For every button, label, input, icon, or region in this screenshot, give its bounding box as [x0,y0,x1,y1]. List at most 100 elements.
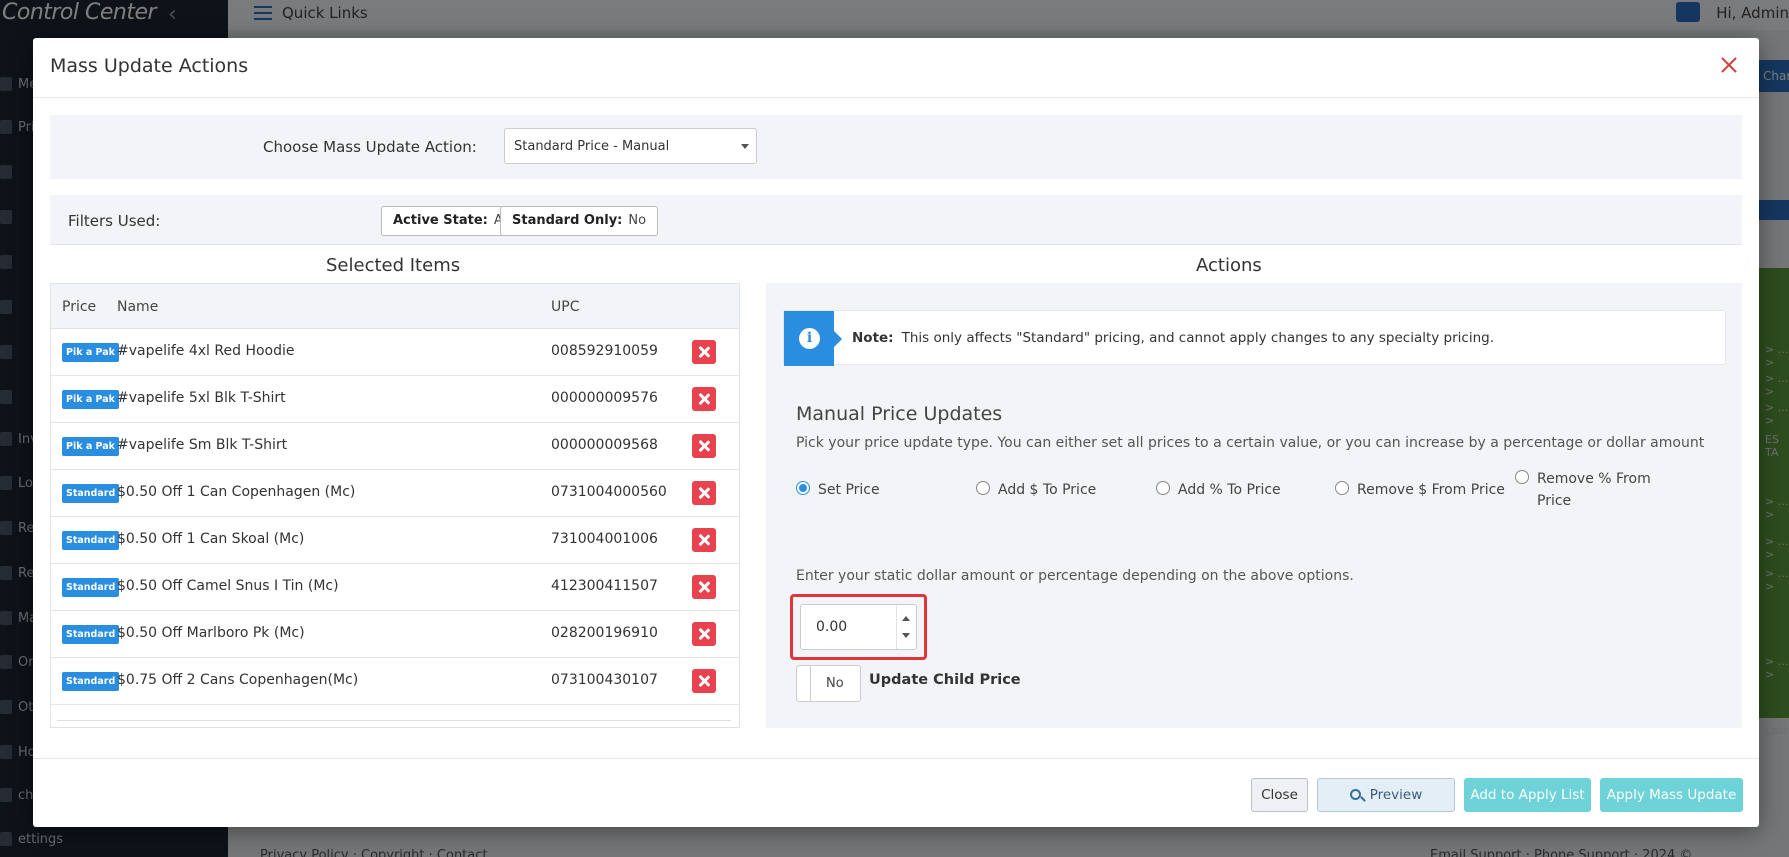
filters-label: Filters Used: [68,212,161,230]
column-name[interactable]: Name [117,299,158,315]
filter-chip-standard-only[interactable]: Standard Only: No [500,206,659,236]
remove-item-button[interactable] [692,481,716,505]
remove-item-button[interactable] [692,387,716,411]
radio-button[interactable] [1515,470,1529,484]
radio-button[interactable] [1156,481,1170,495]
remove-item-button[interactable] [692,669,716,693]
radio-add-percent[interactable]: Add % To Price [1156,479,1281,501]
item-upc: 073100430107 [551,672,658,688]
price-type-badge: Standard [62,578,120,597]
close-icon[interactable] [1715,51,1743,79]
radio-remove-percent[interactable]: Remove % From Price [1515,468,1665,512]
filter-value: No [628,213,647,228]
chevron-down-icon[interactable] [902,633,910,638]
radio-label: Add $ To Price [998,482,1097,498]
table-row[interactable]: Standard $0.75 Off 2 Cans Copenhagen(Mc) 0… [51,658,739,705]
chevron-up-icon[interactable] [902,616,910,621]
item-name: $0.50 Off 1 Can Copenhagen (Mc) [117,484,356,500]
action-select-value: Standard Price - Manual [514,139,670,154]
info-icon: i [799,328,820,349]
manual-price-description: Pick your price update type. You can eit… [796,435,1705,451]
radio-label: Remove % From Price [1537,471,1651,509]
column-upc[interactable]: UPC [551,299,579,315]
item-name: $0.50 Off Marlboro Pk (Mc) [117,625,305,641]
item-upc: 731004001006 [551,531,658,547]
note-alert: i Note: This only affects "Standard" pric… [783,310,1726,366]
price-type-badge: Standard [62,484,120,503]
item-upc: 0731004000560 [551,484,667,500]
note-label: Note: [852,330,894,346]
apply-mass-update-button[interactable]: Apply Mass Update [1600,778,1743,812]
table-row[interactable]: Pik a Pak #vapelife 5xl Blk T-Shirt 000000… [51,376,739,423]
radio-label: Add % To Price [1178,482,1281,498]
close-button[interactable]: Close [1251,778,1308,812]
table-row[interactable]: Standard $0.50 Off 1 Can Skoal (Mc) 731004… [51,517,739,564]
table-row[interactable]: Standard $0.50 Off Camel Snus I Tin (Mc) 4… [51,564,739,611]
selected-items-table[interactable]: Price Name UPC Pik a Pak #vapelife 4xl Re… [50,283,740,728]
note-body: This only affects "Standard" pricing, an… [901,330,1494,346]
table-row[interactable]: Pik a Pak #vapelife Sm Blk T-Shirt 0000000… [51,423,739,470]
radio-label: Set Price [818,482,880,498]
actions-panel: i Note: This only affects "Standard" pric… [766,283,1742,728]
remove-item-button[interactable] [692,575,716,599]
price-type-badge: Standard [62,625,120,644]
preview-button[interactable]: Preview [1317,778,1455,812]
radio-set-price[interactable]: Set Price [796,479,880,501]
highlight-box: 0.00 [790,594,927,660]
action-label: Choose Mass Update Action: [263,138,477,156]
remove-item-button[interactable] [692,434,716,458]
item-upc: 000000009568 [551,437,658,453]
radio-remove-dollar[interactable]: Remove $ From Price [1335,479,1505,501]
action-chooser-row: Choose Mass Update Action: Standard Pric… [50,115,1742,179]
table-row[interactable]: Standard $0.50 Off Marlboro Pk (Mc) 028200… [51,611,739,658]
add-to-apply-list-button[interactable]: Add to Apply List [1464,778,1591,812]
modal-title: Mass Update Actions [50,55,249,77]
item-name: $0.50 Off 1 Can Skoal (Mc) [117,531,305,547]
item-name: #vapelife 4xl Red Hoodie [117,343,295,359]
amount-stepper[interactable] [896,605,916,649]
table-row[interactable]: Pik a Pak #vapelife 4xl Red Hoodie 0085929… [51,329,739,376]
item-upc: 000000009576 [551,390,658,406]
table-row [57,720,731,727]
search-icon [1349,789,1361,800]
mass-update-action-select[interactable]: Standard Price - Manual [504,128,757,164]
item-upc: 028200196910 [551,625,658,641]
column-price[interactable]: Price [62,299,96,315]
static-amount-description: Enter your static dollar amount or perce… [796,568,1354,584]
update-child-price-toggle[interactable]: No [796,665,861,702]
note-icon-box: i [784,311,842,366]
item-upc: 008592910059 [551,343,658,359]
remove-item-button[interactable] [692,622,716,646]
caret-down-icon [741,144,749,149]
price-type-badge: Pik a Pak [62,390,119,409]
amount-input[interactable]: 0.00 [800,604,917,650]
table-header: Price Name UPC [51,284,739,329]
preview-label: Preview [1369,787,1423,803]
selected-items-title: Selected Items [326,255,461,276]
filter-name: Standard Only: [512,213,623,228]
remove-item-button[interactable] [692,528,716,552]
item-name: $0.50 Off Camel Snus I Tin (Mc) [117,578,339,594]
remove-item-button[interactable] [692,340,716,364]
item-upc: 412300411507 [551,578,658,594]
radio-button[interactable] [1335,481,1349,495]
radio-add-dollar[interactable]: Add $ To Price [976,479,1096,501]
price-type-badge: Pik a Pak [62,343,119,362]
filter-name: Active State: [393,213,488,228]
table-row[interactable]: Standard $0.50 Off 1 Can Copenhagen (Mc) 0… [51,470,739,517]
modal-header: Mass Update Actions [33,38,1759,98]
price-type-badge: Standard [62,531,120,550]
update-child-price-label: Update Child Price [869,672,1021,688]
item-name: #vapelife 5xl Blk T-Shirt [117,390,286,406]
toggle-knob [797,666,811,701]
modal-footer: Close Preview Add to Apply List Apply Ma… [33,758,1759,827]
filters-row: Filters Used: Active State:All Standard … [50,195,1742,245]
price-type-badge: Pik a Pak [62,437,119,456]
radio-button[interactable] [796,481,810,495]
price-type-badge: Standard [62,672,120,691]
amount-value: 0.00 [816,619,848,635]
radio-button[interactable] [976,481,990,495]
item-name: #vapelife Sm Blk T-Shirt [117,437,288,453]
mass-update-modal: Mass Update Actions Choose Mass Update A… [33,38,1759,827]
actions-title: Actions [1196,255,1262,276]
